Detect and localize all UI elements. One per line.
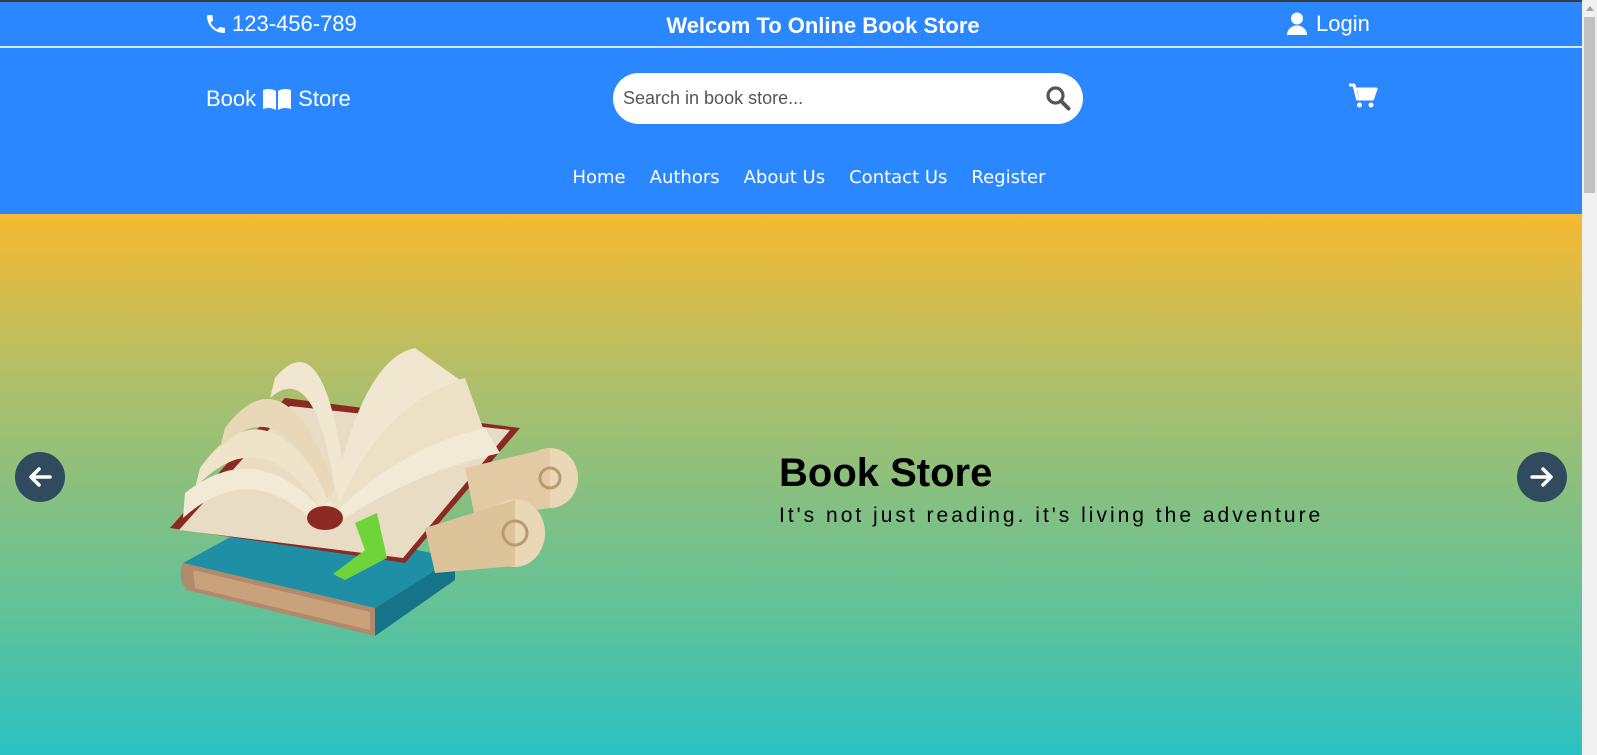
nav-home[interactable]: Home (560, 167, 637, 188)
search-input[interactable] (623, 73, 1023, 124)
scroll-thumb[interactable] (1584, 17, 1595, 193)
nav-authors[interactable]: Authors (638, 167, 732, 188)
nav-register[interactable]: Register (959, 167, 1057, 188)
scroll-up-button[interactable] (1582, 0, 1597, 17)
nav-about-us[interactable]: About Us (732, 167, 838, 188)
page-scrollbar[interactable] (1582, 0, 1597, 755)
book-open-icon (263, 88, 292, 110)
search-button[interactable] (1045, 85, 1071, 116)
search-icon (1046, 86, 1071, 111)
caret-up-icon (1585, 6, 1594, 11)
hero-slider: Book Store It's not just reading. it's l… (0, 214, 1582, 755)
logo-text-book: Book (206, 86, 257, 111)
nav-contact-us[interactable]: Contact Us (837, 167, 959, 188)
login-link[interactable]: Login (1286, 11, 1370, 37)
book-illustration (170, 348, 578, 636)
top-bar: 123-456-789 Welcom To Online Book Store … (0, 0, 1582, 48)
hero-title: Book Store (779, 451, 993, 495)
arrow-right-icon (1530, 467, 1553, 487)
slider-prev-button[interactable] (15, 452, 65, 502)
user-icon (1287, 12, 1307, 35)
slider-next-button[interactable] (1517, 452, 1567, 502)
page: 123-456-789 Welcom To Online Book Store … (0, 0, 1582, 755)
hero-subtitle: It's not just reading. it's living the a… (779, 504, 1324, 527)
logo-text-store: Store (298, 86, 351, 111)
arrow-left-icon (29, 467, 52, 487)
main-nav: Home Authors About Us Contact Us Registe… (0, 167, 1582, 188)
header: Book Store H (0, 48, 1582, 214)
cart-button[interactable] (1348, 83, 1378, 114)
cart-icon (1349, 83, 1378, 108)
search-bar (613, 73, 1083, 124)
site-logo[interactable]: Book Store (206, 86, 351, 112)
login-label: Login (1316, 11, 1370, 36)
